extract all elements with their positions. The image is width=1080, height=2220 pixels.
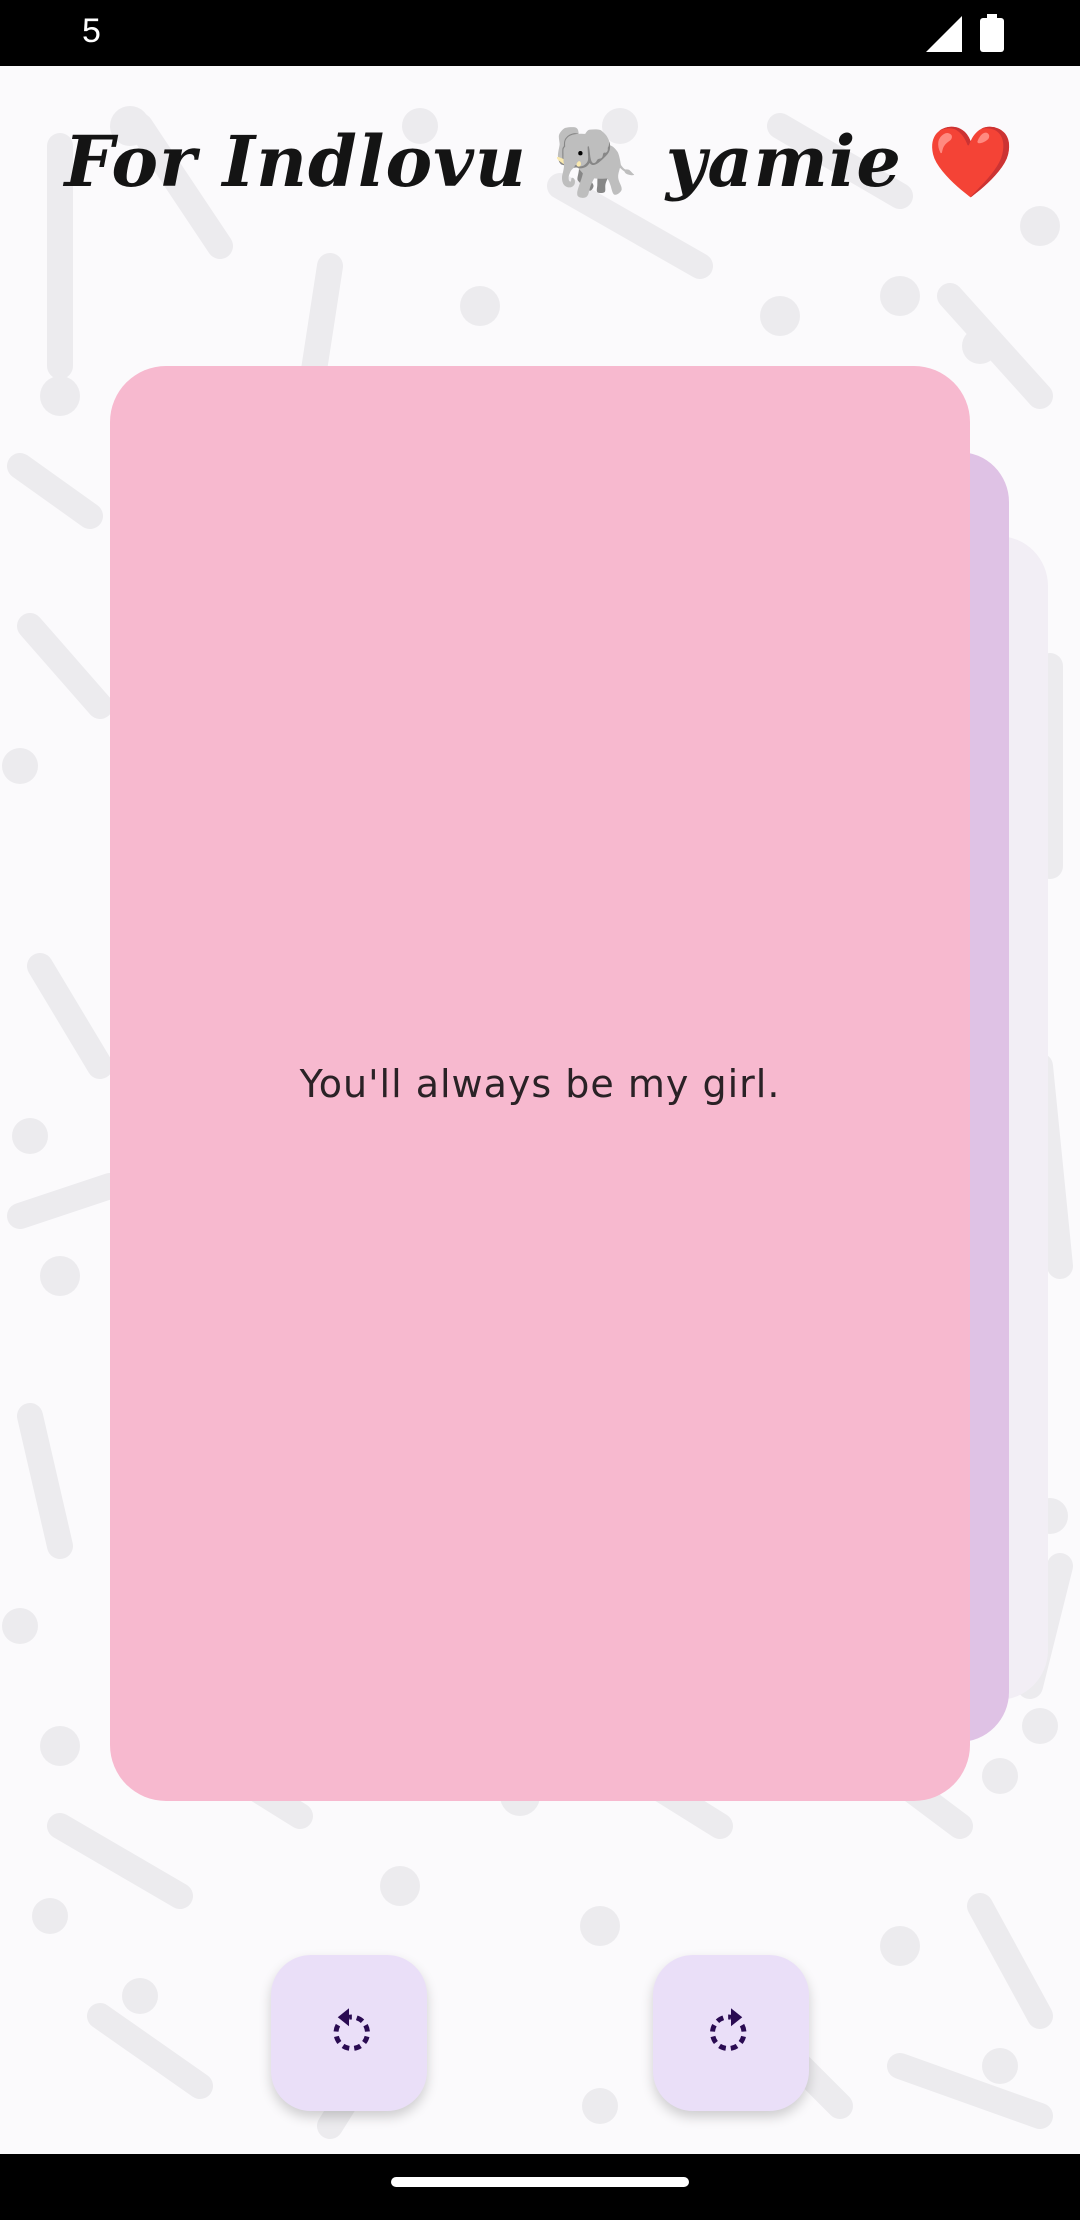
navigation-bar (0, 2154, 1080, 2220)
elephant-emoji: 🐘 (552, 121, 641, 203)
rotate-left-icon (333, 2008, 370, 2051)
card-message: You'll always be my girl. (299, 1061, 781, 1106)
title-text-1: For Indlovu (64, 120, 527, 203)
status-bar: 5 (0, 0, 1080, 66)
signal-icon (926, 16, 962, 52)
undo-button[interactable] (271, 1955, 427, 2111)
page-title: For Indlovu 🐘 yamie ❤️ (0, 120, 1080, 204)
rotate-right-icon (710, 2008, 747, 2051)
message-card[interactable]: You'll always be my girl. (110, 366, 970, 1801)
battery-icon (980, 14, 1004, 52)
title-text-2: yamie (665, 120, 902, 203)
redo-button[interactable] (653, 1955, 809, 2111)
status-time: 5 (82, 12, 101, 50)
heart-emoji: ❤️ (927, 121, 1016, 203)
home-indicator[interactable] (391, 2177, 689, 2187)
